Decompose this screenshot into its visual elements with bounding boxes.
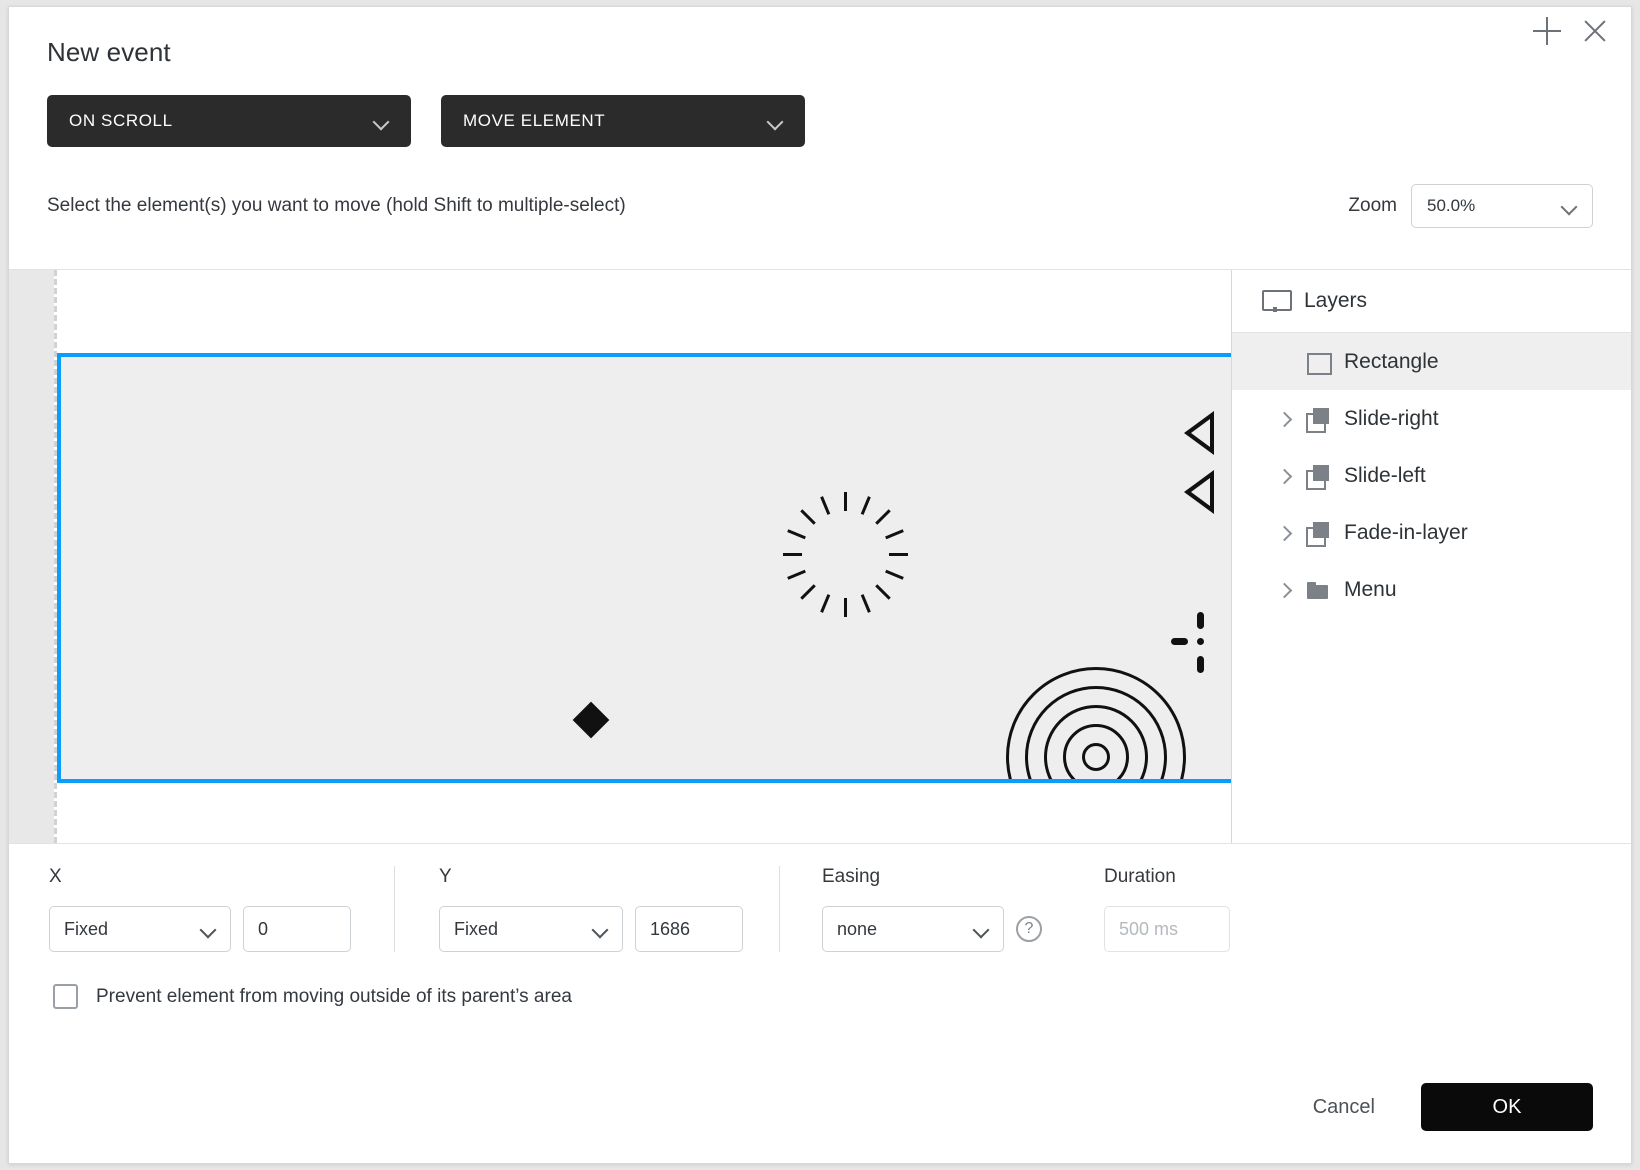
action-type-select[interactable]: MOVE ELEMENT	[441, 95, 805, 147]
layer-item[interactable]: Fade-in-layer	[1232, 504, 1631, 561]
layers-list: Rectangle Slide-right Slide-left Fade-in-la…	[1232, 333, 1631, 618]
layer-item[interactable]: Menu	[1232, 561, 1631, 618]
layer-item-label: Menu	[1344, 577, 1397, 601]
prevent-overflow-row[interactable]: Prevent element from moving outside of i…	[9, 952, 1631, 1009]
easing-field-group: Easing none ?	[779, 866, 1064, 952]
window-actions	[1533, 17, 1609, 45]
easing-label: Easing	[822, 866, 881, 887]
dot-dash-shape[interactable]	[1171, 612, 1221, 673]
help-icon[interactable]: ?	[1016, 916, 1042, 942]
x-mode-select[interactable]: Fixed	[49, 906, 231, 952]
duration-label: Duration	[1104, 866, 1176, 887]
y-field-group: Y Fixed	[394, 866, 779, 952]
x-value-input[interactable]	[243, 906, 351, 952]
page-title: New event	[47, 37, 171, 67]
left-arrow-shape[interactable]	[1184, 411, 1214, 455]
layer-item-label: Rectangle	[1344, 349, 1439, 373]
sunburst-shape[interactable]	[781, 492, 908, 617]
x-label: X	[49, 866, 62, 887]
canvas-viewport[interactable]	[9, 270, 1231, 843]
page-surface	[54, 270, 1231, 843]
left-arrow-shape[interactable]	[1184, 470, 1214, 514]
monitor-icon	[1262, 290, 1292, 312]
event-type-select[interactable]: ON SCROLL	[47, 95, 411, 147]
chevron-down-icon	[974, 922, 989, 937]
motion-settings-form: X Fixed Y Fixed	[9, 844, 1631, 1163]
layer-item[interactable]: Slide-right	[1232, 390, 1631, 447]
editor-area: Layers Rectangle Slide-right Slide-left Fad…	[9, 269, 1631, 844]
y-mode-value: Fixed	[454, 918, 499, 939]
chevron-right-icon[interactable]	[1276, 582, 1292, 598]
chevron-down-icon	[374, 114, 389, 129]
cancel-button[interactable]: Cancel	[1301, 1086, 1387, 1129]
zoom-value: 50.0%	[1427, 196, 1476, 215]
y-value-input[interactable]	[635, 906, 743, 952]
zoom-control: Zoom 50.0%	[1348, 184, 1593, 228]
new-event-dialog: New event ON SCROLL MOVE ELEMENT Select …	[8, 6, 1632, 1164]
instruction-row: Select the element(s) you want to move (…	[47, 184, 1593, 228]
layers-panel-header: Layers	[1232, 270, 1631, 333]
dialog-header: New event ON SCROLL MOVE ELEMENT Select …	[9, 7, 1631, 269]
folder-icon	[1306, 579, 1330, 601]
chevron-down-icon	[768, 114, 783, 129]
prevent-overflow-checkbox[interactable]	[53, 984, 78, 1009]
layer-item-label: Slide-right	[1344, 406, 1439, 430]
prevent-overflow-label: Prevent element from moving outside of i…	[96, 985, 572, 1007]
fields-row: X Fixed Y Fixed	[9, 844, 1631, 952]
event-type-value: ON SCROLL	[69, 111, 173, 130]
action-type-value: MOVE ELEMENT	[463, 111, 606, 130]
chevron-down-icon	[201, 922, 216, 937]
ok-button[interactable]: OK	[1421, 1083, 1593, 1131]
layers-panel: Layers Rectangle Slide-right Slide-left Fad…	[1231, 270, 1631, 843]
duration-input[interactable]	[1104, 906, 1230, 952]
layers-title: Layers	[1304, 289, 1368, 312]
chevron-down-icon	[593, 922, 608, 937]
chevron-right-icon[interactable]	[1276, 525, 1292, 541]
diamond-shape[interactable]	[572, 701, 610, 739]
y-mode-select[interactable]: Fixed	[439, 906, 623, 952]
add-icon[interactable]	[1533, 17, 1561, 45]
group-icon	[1306, 407, 1330, 433]
group-icon	[1306, 464, 1330, 490]
concentric-circles-shape[interactable]	[1006, 667, 1186, 779]
instruction-text: Select the element(s) you want to move (…	[47, 195, 626, 216]
group-icon	[1306, 521, 1330, 547]
duration-field-group: Duration	[1064, 866, 1324, 952]
easing-value: none	[837, 918, 878, 939]
zoom-select[interactable]: 50.0%	[1411, 184, 1593, 228]
selected-element-rectangle[interactable]	[57, 353, 1231, 783]
close-icon[interactable]	[1581, 17, 1609, 45]
rectangle-icon	[1306, 351, 1332, 375]
x-field-group: X Fixed	[49, 866, 394, 952]
layer-item-label: Fade-in-layer	[1344, 520, 1468, 544]
dialog-footer: Cancel OK	[1301, 1083, 1593, 1131]
chevron-right-icon[interactable]	[1276, 468, 1292, 484]
layer-item[interactable]: Slide-left	[1232, 447, 1631, 504]
easing-select[interactable]: none	[822, 906, 1004, 952]
x-mode-value: Fixed	[64, 918, 109, 939]
chevron-down-icon	[1562, 199, 1577, 214]
trigger-selectors: ON SCROLL MOVE ELEMENT	[47, 95, 1593, 147]
zoom-label: Zoom	[1348, 195, 1397, 216]
chevron-right-icon[interactable]	[1276, 411, 1292, 427]
layer-item-label: Slide-left	[1344, 463, 1426, 487]
layer-item[interactable]: Rectangle	[1232, 333, 1631, 390]
y-label: Y	[439, 866, 452, 887]
